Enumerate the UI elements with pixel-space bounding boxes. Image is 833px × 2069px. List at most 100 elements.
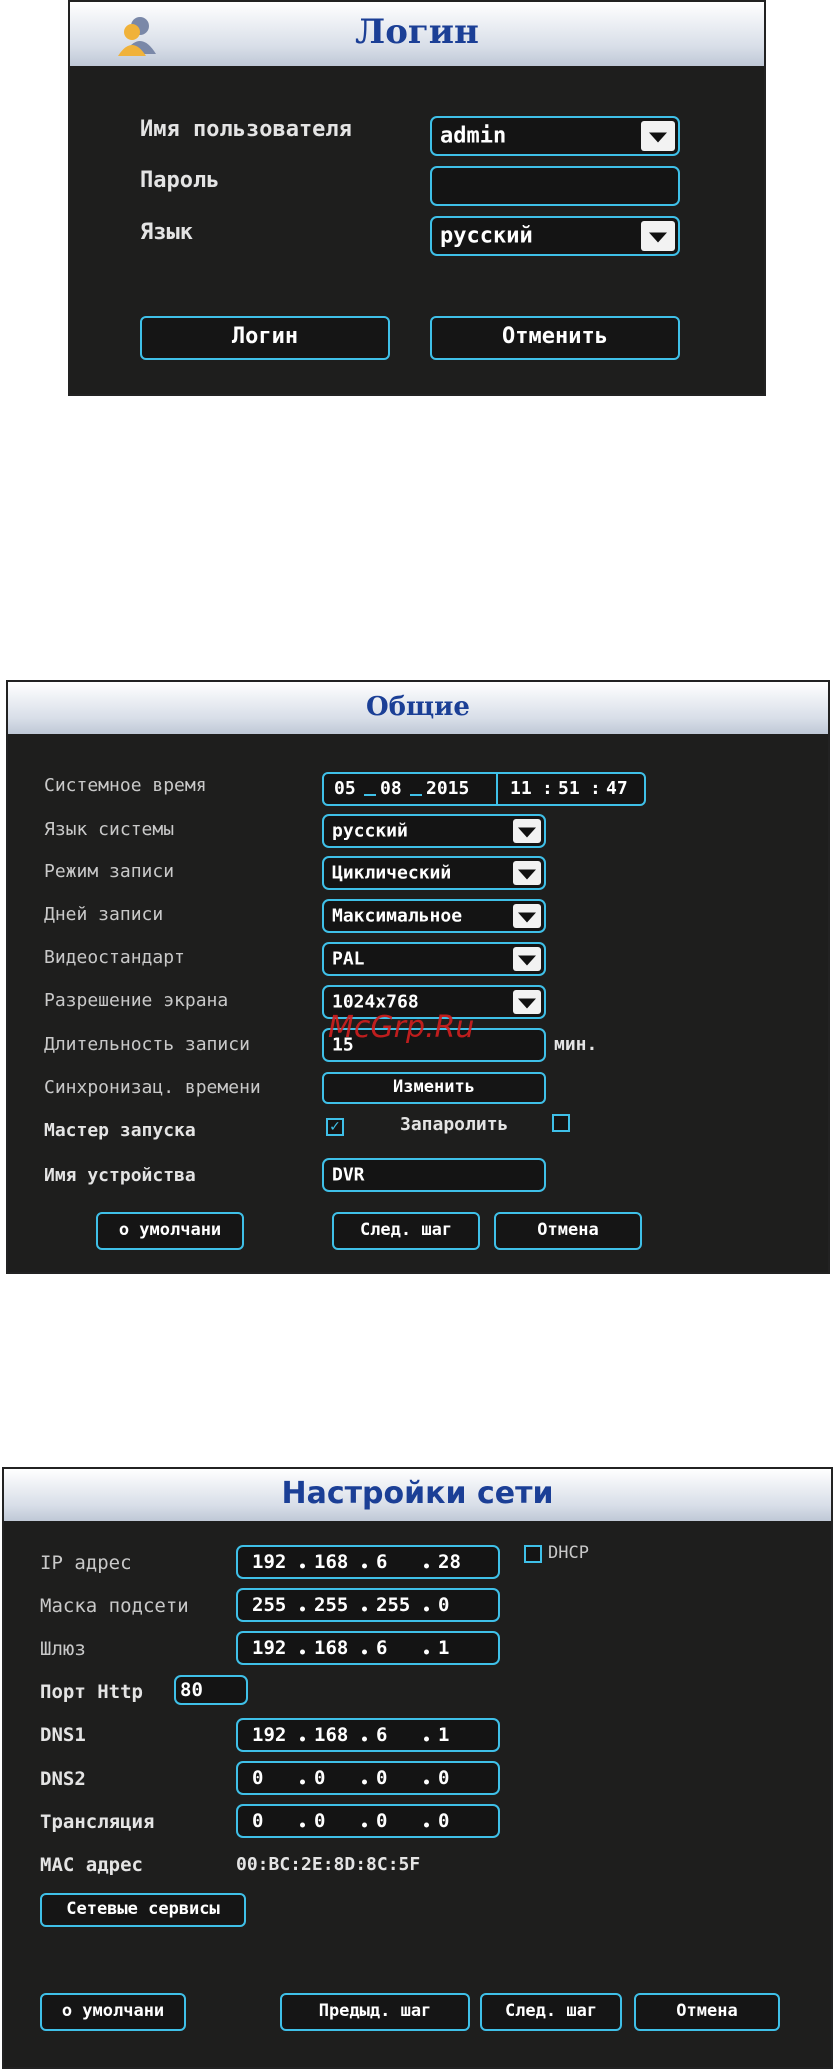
subnet-mask-field[interactable]: 255 255 255 0 — [236, 1588, 500, 1622]
language-label: Язык — [140, 220, 193, 245]
startup-wizard-checkbox[interactable]: ✓ — [326, 1118, 344, 1136]
ip-octet[interactable]: 0 — [376, 1767, 387, 1789]
chevron-down-icon[interactable] — [641, 221, 675, 251]
ip-dot-separator — [300, 1649, 305, 1655]
chevron-down-icon[interactable] — [513, 861, 541, 885]
chevron-down-icon[interactable] — [513, 819, 541, 843]
password-input[interactable] — [430, 166, 680, 206]
ip-dot-separator — [424, 1779, 429, 1785]
date-year[interactable]: 2015 — [426, 778, 469, 799]
device-name-label: Имя устройства — [44, 1165, 196, 1186]
time-sync-button[interactable]: Изменить — [322, 1072, 546, 1104]
record-days-dropdown[interactable]: Максимальное — [322, 899, 546, 933]
cancel-button[interactable]: Отмена — [494, 1212, 642, 1250]
record-days-label: Дней записи — [44, 904, 164, 925]
ip-octet[interactable]: 192 — [252, 1637, 286, 1659]
ip-octet[interactable]: 255 — [314, 1594, 348, 1616]
video-standard-value: PAL — [332, 948, 365, 970]
ip-octet[interactable]: 192 — [252, 1551, 286, 1573]
next-step-button[interactable]: След. шаг — [480, 1993, 622, 2031]
chevron-down-icon[interactable] — [513, 947, 541, 971]
chevron-down-icon[interactable] — [641, 121, 675, 151]
ip-octet[interactable]: 255 — [252, 1594, 286, 1616]
ip-octet[interactable]: 0 — [438, 1594, 449, 1616]
http-port-value: 80 — [180, 1679, 203, 1701]
mac-address-label: MAC адрес — [40, 1854, 143, 1876]
time-field[interactable]: 11 : 51 : 47 — [496, 772, 646, 806]
ip-octet[interactable]: 168 — [314, 1724, 348, 1746]
dns1-label: DNS1 — [40, 1724, 86, 1746]
default-button[interactable]: о умолчани — [40, 1993, 186, 2031]
language-dropdown[interactable]: русский — [430, 216, 680, 256]
ip-octet[interactable]: 6 — [376, 1637, 387, 1659]
chevron-down-icon[interactable] — [513, 904, 541, 928]
ip-dot-separator — [300, 1606, 305, 1612]
date-field[interactable]: 05 08 2015 — [322, 772, 498, 806]
system-language-dropdown[interactable]: русский — [322, 814, 546, 848]
time-hour[interactable]: 11 — [510, 778, 532, 799]
ip-dot-separator — [424, 1563, 429, 1569]
ip-octet[interactable]: 1 — [438, 1724, 449, 1746]
default-button[interactable]: о умолчани — [96, 1212, 244, 1250]
chevron-down-icon[interactable] — [513, 990, 541, 1014]
dhcp-checkbox[interactable] — [524, 1545, 542, 1563]
broadcast-field[interactable]: 0 0 0 0 — [236, 1804, 500, 1838]
ip-octet[interactable]: 0 — [438, 1767, 449, 1789]
resolution-label: Разрешение экрана — [44, 990, 229, 1011]
startup-wizard-label: Мастер запуска — [44, 1120, 196, 1141]
ip-octet[interactable]: 0 — [314, 1810, 325, 1832]
device-name-input[interactable]: DVR — [322, 1158, 546, 1192]
network-services-button[interactable]: Сетевые сервисы — [40, 1893, 246, 1927]
ip-octet[interactable]: 0 — [252, 1767, 263, 1789]
time-separator: : — [590, 778, 601, 799]
ip-octet[interactable]: 6 — [376, 1724, 387, 1746]
username-value: admin — [440, 123, 507, 149]
ip-octet[interactable]: 1 — [438, 1637, 449, 1659]
http-port-input[interactable]: 80 — [174, 1675, 248, 1705]
ip-octet[interactable]: 28 — [438, 1551, 461, 1573]
video-standard-label: Видеостандарт — [44, 947, 185, 968]
ip-octet[interactable]: 0 — [376, 1810, 387, 1832]
record-length-unit: мин. — [554, 1034, 598, 1055]
language-value: русский — [440, 223, 533, 249]
checkmark-icon: ✓ — [329, 1119, 341, 1135]
time-separator: : — [542, 778, 553, 799]
ip-dot-separator — [362, 1649, 367, 1655]
password-protect-checkbox[interactable] — [552, 1114, 570, 1132]
cancel-button[interactable]: Отменить — [430, 316, 680, 360]
username-dropdown[interactable]: admin — [430, 116, 680, 156]
device-name-value: DVR — [332, 1164, 365, 1186]
subnet-mask-label: Маска подсети — [40, 1595, 189, 1617]
time-minute[interactable]: 51 — [558, 778, 580, 799]
users-icon — [116, 14, 160, 58]
ip-octet[interactable]: 168 — [314, 1551, 348, 1573]
ip-octet[interactable]: 0 — [252, 1810, 263, 1832]
next-step-button[interactable]: След. шаг — [332, 1212, 480, 1250]
prev-step-button[interactable]: Предыд. шаг — [280, 1993, 470, 2031]
ip-octet[interactable]: 6 — [376, 1551, 387, 1573]
ip-octet[interactable]: 255 — [376, 1594, 410, 1616]
ip-octet[interactable]: 0 — [314, 1767, 325, 1789]
date-month[interactable]: 08 — [380, 778, 402, 799]
login-titlebar: Логин — [70, 2, 764, 66]
video-standard-dropdown[interactable]: PAL — [322, 942, 546, 976]
ip-dot-separator — [362, 1822, 367, 1828]
ip-dot-separator — [362, 1606, 367, 1612]
login-button[interactable]: Логин — [140, 316, 390, 360]
ip-octet[interactable]: 0 — [438, 1810, 449, 1832]
record-mode-dropdown[interactable]: Циклический — [322, 856, 546, 890]
general-dialog: Общие Системное время 05 08 2015 11 : 51… — [6, 680, 830, 1274]
dns2-field[interactable]: 0 0 0 0 — [236, 1761, 500, 1795]
ip-address-label: IP адрес — [40, 1552, 132, 1574]
dns1-field[interactable]: 192 168 6 1 — [236, 1718, 500, 1752]
mac-address-value: 00:BC:2E:8D:8C:5F — [236, 1854, 421, 1875]
watermark: McGrp.Ru — [328, 1010, 475, 1045]
ip-octet[interactable]: 192 — [252, 1724, 286, 1746]
ip-address-field[interactable]: 192 168 6 28 — [236, 1545, 500, 1579]
gateway-field[interactable]: 192 168 6 1 — [236, 1631, 500, 1665]
ip-octet[interactable]: 168 — [314, 1637, 348, 1659]
network-dialog: Настройки сети IP адрес 192 168 6 28 DHCP М… — [2, 1467, 833, 2069]
date-day[interactable]: 05 — [334, 778, 356, 799]
time-second[interactable]: 47 — [606, 778, 628, 799]
cancel-button[interactable]: Отмена — [634, 1993, 780, 2031]
